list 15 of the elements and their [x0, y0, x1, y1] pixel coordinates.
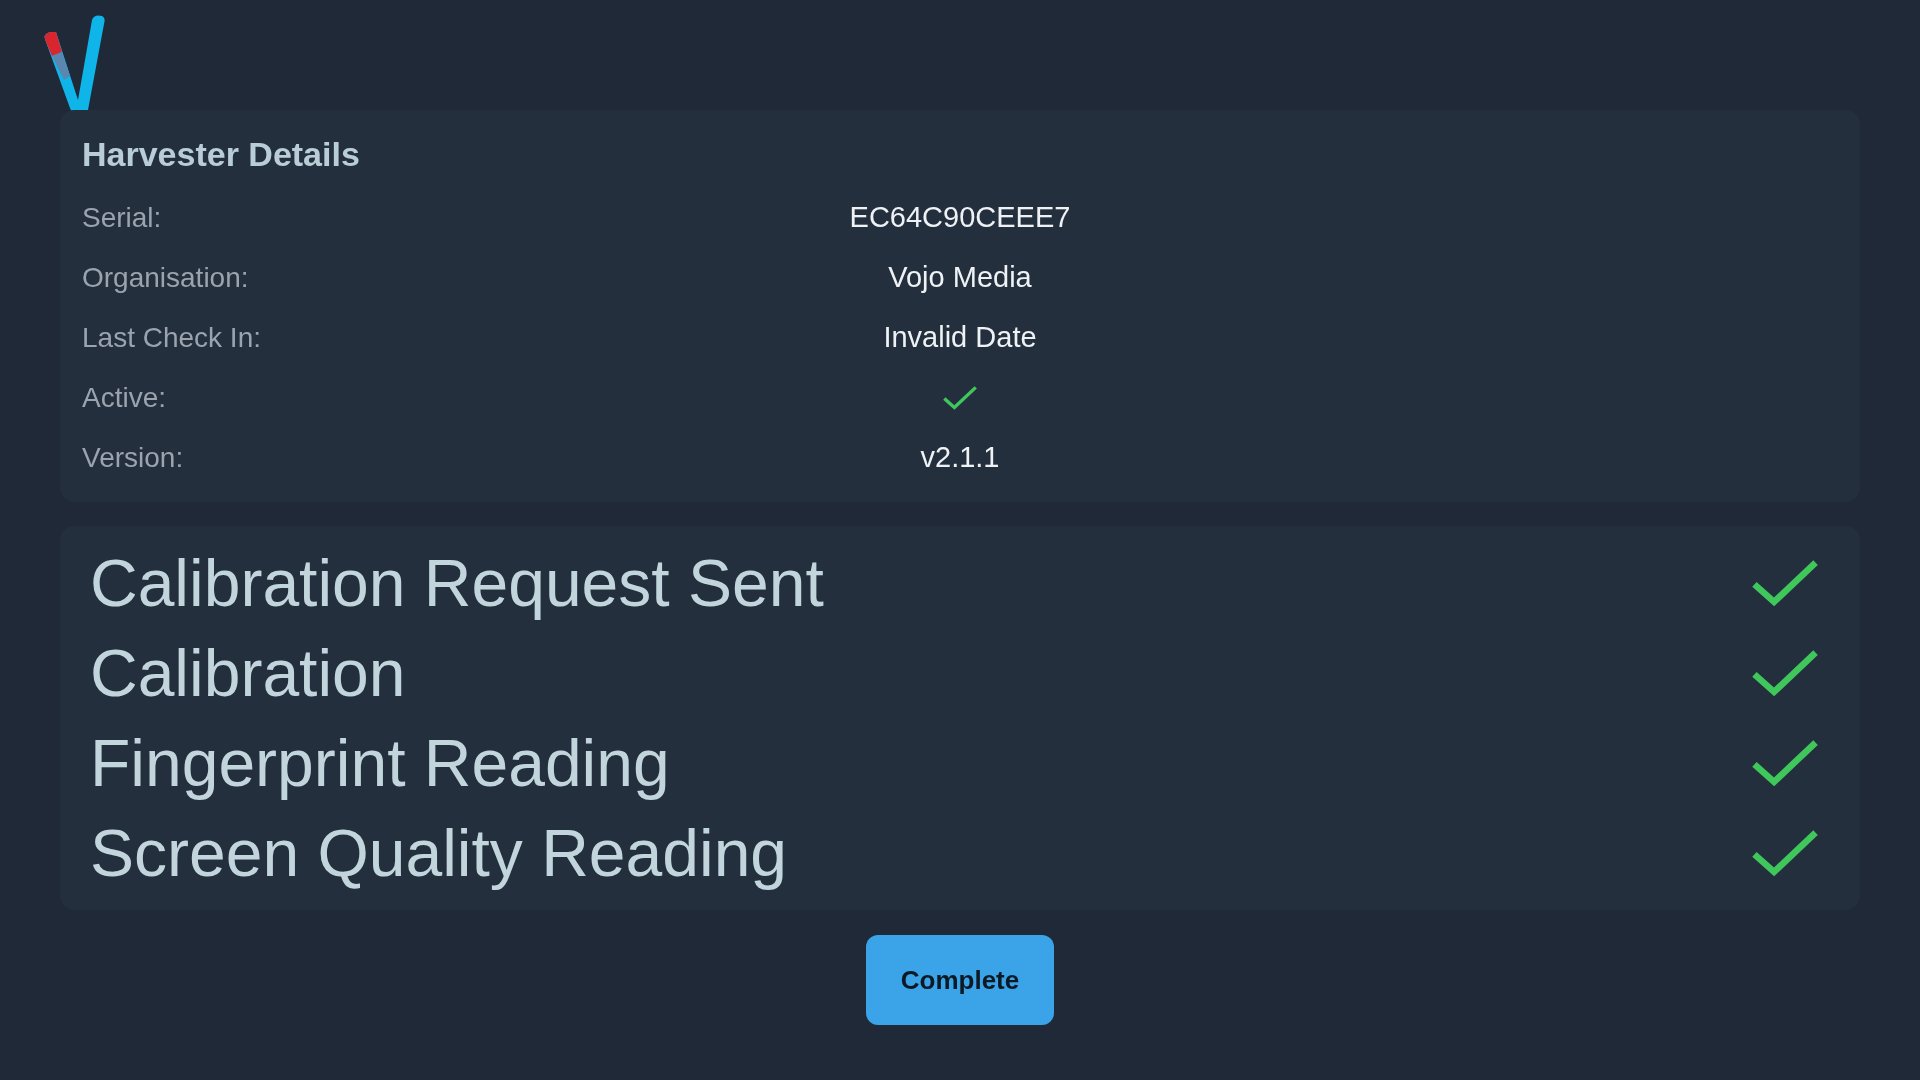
step-label: Screen Quality Reading	[90, 814, 788, 892]
field-value: Invalid Date	[883, 320, 1037, 356]
step-label: Calibration Request Sent	[90, 544, 824, 622]
field-value: v2.1.1	[920, 440, 1000, 476]
field-label: Organisation:	[82, 261, 250, 295]
field-value: EC64C90CEEE7	[849, 200, 1071, 236]
field-label: Version:	[82, 441, 185, 475]
field-label: Serial:	[82, 201, 163, 235]
field-label: Active:	[82, 381, 168, 415]
card-title: Harvester Details	[82, 134, 361, 174]
step-label: Calibration	[90, 634, 406, 712]
field-value: Vojo Media	[888, 260, 1032, 296]
complete-button[interactable]: Complete	[866, 935, 1054, 1025]
field-label: Last Check In:	[82, 321, 262, 355]
step-label: Fingerprint Reading	[90, 724, 670, 802]
